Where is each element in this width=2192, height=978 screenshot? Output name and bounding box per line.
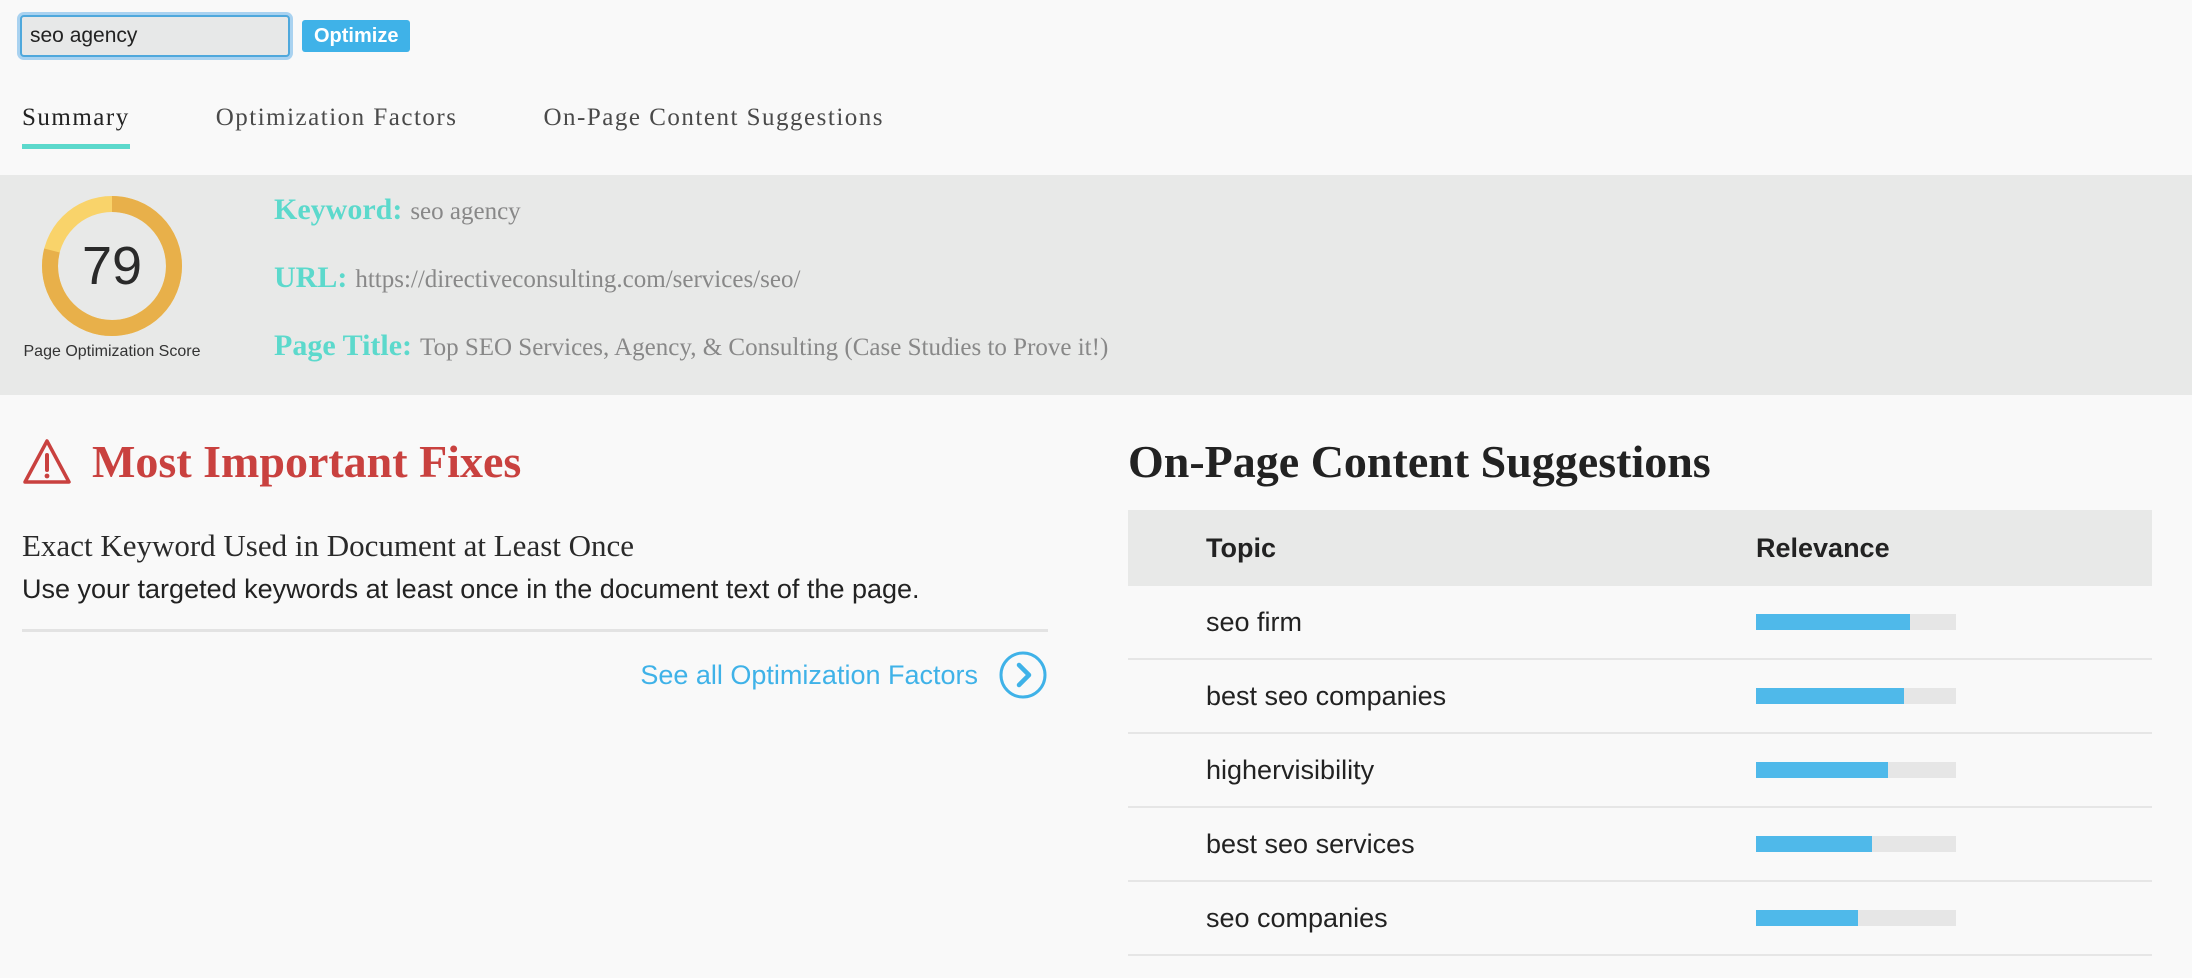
url-row: URL: https://directiveconsulting.com/ser… <box>274 261 1108 329</box>
topic-cell: highervisibility <box>1206 754 1375 785</box>
url-value: https://directiveconsulting.com/services… <box>355 266 801 293</box>
relevance-bar-track <box>1756 614 1956 630</box>
relevance-bar-track <box>1756 762 1956 778</box>
relevance-bar-track <box>1756 836 1956 852</box>
topic-cell: best seo services <box>1206 828 1415 859</box>
relevance-cell <box>1756 910 2152 926</box>
page-title-label: Page Title: <box>274 329 413 362</box>
tab-bar: Summary Optimization Factors On-Page Con… <box>22 104 970 149</box>
summary-panel: 79 Page Optimization Score Keyword: seo … <box>0 175 2192 395</box>
fixes-heading: Most Important Fixes <box>22 435 1048 488</box>
search-bar: Optimize <box>20 15 411 57</box>
score-label: Page Optimization Score <box>23 343 201 360</box>
see-all-factors-link[interactable]: See all Optimization Factors <box>22 650 1048 700</box>
warning-icon <box>23 438 71 484</box>
fixes-title: Most Important Fixes <box>92 436 522 487</box>
divider <box>22 629 1048 632</box>
score-value: 79 <box>81 236 143 296</box>
page-title-value: Top SEO Services, Agency, & Consulting (… <box>420 334 1109 361</box>
page-title-row: Page Title: Top SEO Services, Agency, & … <box>274 329 1108 397</box>
keyword-row: Keyword: seo agency <box>274 193 1108 261</box>
optimize-button[interactable]: Optimize <box>302 20 411 52</box>
score-widget: 79 Page Optimization Score <box>22 195 202 361</box>
relevance-cell <box>1756 688 2152 704</box>
tab-summary[interactable]: Summary <box>22 104 130 149</box>
url-label: URL: <box>274 261 348 294</box>
topic-column-header: Topic <box>1206 532 1276 563</box>
fix-item-description: Use your targeted keywords at least once… <box>22 574 920 604</box>
keyword-label: Keyword: <box>274 193 403 226</box>
table-row: best seo companies <box>1128 660 2152 734</box>
relevance-cell <box>1756 836 2152 852</box>
tab-optimization-factors[interactable]: Optimization Factors <box>216 104 458 149</box>
suggestions-table: Topic Relevance seo firm best seo compan… <box>1128 510 2152 956</box>
relevance-bar-fill <box>1756 688 1904 704</box>
suggestions-heading: On-Page Content Suggestions <box>1128 436 1711 487</box>
relevance-bar-fill <box>1756 614 1910 630</box>
topic-cell: best seo companies <box>1206 680 1447 711</box>
relevance-cell <box>1756 762 2152 778</box>
score-ring: 79 <box>41 195 183 337</box>
table-row: highervisibility <box>1128 734 2152 808</box>
fix-item-title: Exact Keyword Used in Document at Least … <box>22 528 635 563</box>
chevron-right-circle-icon[interactable] <box>998 650 1048 700</box>
topic-cell: seo firm <box>1206 606 1303 637</box>
relevance-bar-fill <box>1756 836 1872 852</box>
keyword-value: seo agency <box>410 198 521 225</box>
relevance-bar-fill <box>1756 910 1858 926</box>
relevance-column-header: Relevance <box>1756 532 1890 563</box>
table-row: seo companies <box>1128 882 2152 956</box>
table-row: best seo services <box>1128 808 2152 882</box>
see-all-label[interactable]: See all Optimization Factors <box>640 660 978 691</box>
relevance-bar-track <box>1756 910 1956 926</box>
table-row: seo firm <box>1128 586 2152 660</box>
most-important-fixes: Most Important Fixes Exact Keyword Used … <box>22 435 1048 700</box>
content-suggestions: On-Page Content Suggestions Topic Releva… <box>1128 435 2152 956</box>
tab-content-suggestions[interactable]: On-Page Content Suggestions <box>544 104 885 149</box>
relevance-cell <box>1756 614 2152 630</box>
table-header: Topic Relevance <box>1128 510 2152 586</box>
relevance-bar-fill <box>1756 762 1888 778</box>
relevance-bar-track <box>1756 688 1956 704</box>
page-meta: Keyword: seo agency URL: https://directi… <box>274 193 1108 397</box>
keyword-search-input[interactable] <box>20 15 290 57</box>
topic-cell: seo companies <box>1206 902 1388 933</box>
